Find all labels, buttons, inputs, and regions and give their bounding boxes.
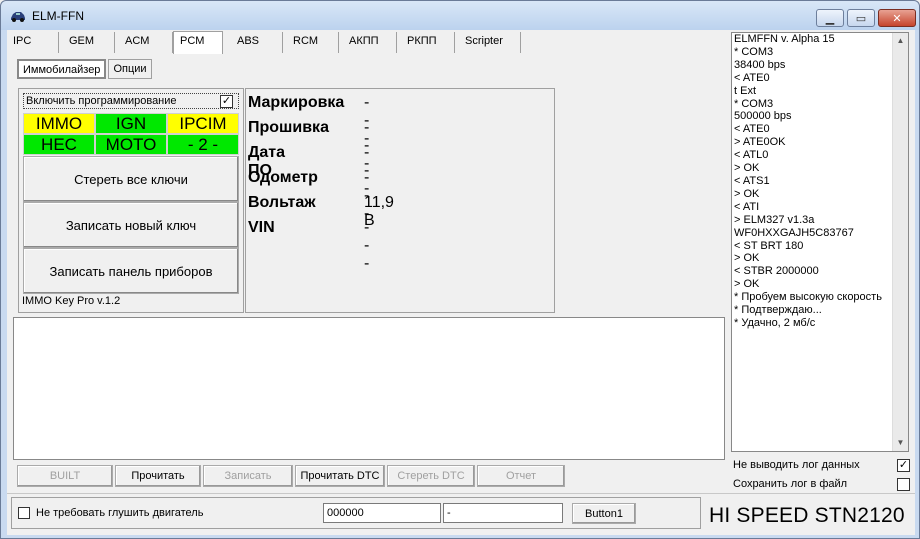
log-line: ELMFFN v. Alpha 15 [734,33,835,45]
engine-label: Не требовать глушить двигатель [36,507,204,519]
log-line: < ATI [734,200,760,213]
log-line: t Ext [734,84,757,97]
log-line: * Пробуем высокую скорость [734,291,882,304]
minimize-button[interactable]: ▁ [816,9,844,27]
window-title: ELM-FFN [32,9,84,23]
save-log-label: Сохранить лог в файл [733,478,848,490]
tab-akpp[interactable]: АКПП [339,32,397,53]
close-icon: ✕ [892,12,902,25]
log-line: < ATL0 [734,149,769,162]
tab-pcm[interactable]: PCM [173,31,223,54]
client-area: IPC GEM ACM PCM ABS RCM АКПП РКПП Script… [7,30,915,535]
status-grid: IMMO IGN IPCIM HEC MOTO - 2 - [23,113,239,155]
no-log-checkbox[interactable]: ✓ [897,459,910,472]
log-line: > ATE0OK [734,136,786,149]
read-dtc-button[interactable]: Прочитать DTC [295,465,385,487]
log-line: < ST BRT 180 [734,239,804,252]
minimize-icon: ▁ [825,12,835,25]
save-log-checkbox[interactable] [897,478,910,491]
log-line: < STBR 2000000 [734,265,819,278]
info-label: Прошивка [248,119,329,136]
log-lines: ELMFFN v. Alpha 15 * COM3 38400 bps < AT… [734,33,892,330]
close-button[interactable]: ✕ [878,9,916,27]
read-button[interactable]: Прочитать [115,465,201,487]
action-button-bar: BUILT Прочитать Записать Прочитать DTC С… [17,465,567,487]
log-line: WF0HXXGAJH5C83767 [734,226,854,239]
vehicle-info-panel: Маркировка - - - Прошивка - - - Дата ПО … [245,88,555,313]
button1[interactable]: Button1 [572,503,636,524]
log-line: > OK [734,162,760,175]
car-icon [11,12,25,22]
report-button[interactable]: Отчет [477,465,565,487]
erase-dtc-button[interactable]: Стереть DTC [387,465,475,487]
no-log-option[interactable]: Не выводить лог данных ✓ [733,459,911,472]
log-line: 38400 bps [734,58,786,71]
maximize-button[interactable]: ▭ [847,9,875,27]
scroll-down-icon[interactable]: ▼ [893,435,908,451]
divider [7,493,915,494]
log-line: 500000 bps [734,110,792,123]
scroll-up-icon[interactable]: ▲ [893,33,908,49]
erase-all-keys-button[interactable]: Стереть все ключи [23,156,239,202]
input-field-1[interactable]: 000000 [323,503,441,523]
info-value: - - - [364,219,370,272]
no-log-label: Не выводить лог данных [733,459,860,471]
tab-rkpp[interactable]: РКПП [397,32,455,53]
tab-abs[interactable]: ABS [223,32,283,53]
log-line: < ATE0 [734,71,770,84]
sub-tabs: Иммобилайзер Опции [17,59,152,79]
log-line: < ATE0 [734,123,770,136]
status-key-count: - 2 - [167,134,239,155]
log-line: * COM3 [734,45,774,58]
log-line: * Удачно, 2 мб/с [734,316,816,329]
output-textarea[interactable] [13,317,725,460]
enable-programming-checkbox[interactable]: ✓ [220,95,233,108]
maximize-icon: ▭ [855,12,867,25]
status-hec: HEC [23,134,95,155]
device-brand-label: HI SPEED STN2120 [709,504,905,527]
log-line: > OK [734,252,760,265]
status-ign: IGN [95,113,167,134]
log-line: > ELM327 v1.3a [734,213,815,226]
write-new-key-button[interactable]: Записать новый ключ [23,202,239,248]
subtab-options[interactable]: Опции [108,59,152,79]
log-panel[interactable]: ELMFFN v. Alpha 15 * COM3 38400 bps < AT… [731,32,909,452]
tab-acm[interactable]: ACM [115,32,173,53]
app-window: ELM-FFN ▁ ▭ ✕ IPC GEM ACM PCM ABS RCM АК… [0,0,920,539]
info-label: Вольтаж [248,194,316,211]
info-label: Одометр [248,169,318,186]
status-immo: IMMO [23,113,95,134]
log-line: * Подтверждаю... [734,304,822,317]
enable-programming-label: Включить программирование [26,95,177,107]
info-label: Маркировка [248,94,345,111]
tab-ipc[interactable]: IPC [9,32,59,53]
log-line: > OK [734,187,760,200]
info-label: VIN [248,219,275,236]
save-log-option[interactable]: Сохранить лог в файл [733,478,911,491]
status-ipcim: IPCIM [167,113,239,134]
bottom-toolbar: Не требовать глушить двигатель 000000 - … [11,497,701,529]
write-instrument-panel-button[interactable]: Записать панель приборов [23,248,239,294]
log-line: < ATS1 [734,174,770,187]
tab-gem[interactable]: GEM [59,32,115,53]
subtab-immobilizer[interactable]: Иммобилайзер [17,59,107,79]
log-line: * COM3 [734,97,774,110]
input-field-2[interactable]: - [443,503,563,523]
title-bar: ELM-FFN ▁ ▭ ✕ [1,1,919,30]
immo-panel: Включить программирование ✓ IMMO IGN IPC… [18,88,244,313]
log-scrollbar[interactable]: ▲ ▼ [892,33,908,451]
module-tabs: IPC GEM ACM PCM ABS RCM АКПП РКПП Script… [9,31,521,54]
log-line: > OK [734,278,760,291]
tab-scripter[interactable]: Scripter [455,32,521,53]
status-moto: MOTO [95,134,167,155]
version-label: IMMO Key Pro v.1.2 [22,295,121,307]
enable-programming-row[interactable]: Включить программирование ✓ [23,93,239,109]
write-button[interactable]: Записать [203,465,293,487]
built-button[interactable]: BUILT [17,465,113,487]
engine-checkbox[interactable] [18,507,30,519]
tab-rcm[interactable]: RCM [283,32,339,53]
